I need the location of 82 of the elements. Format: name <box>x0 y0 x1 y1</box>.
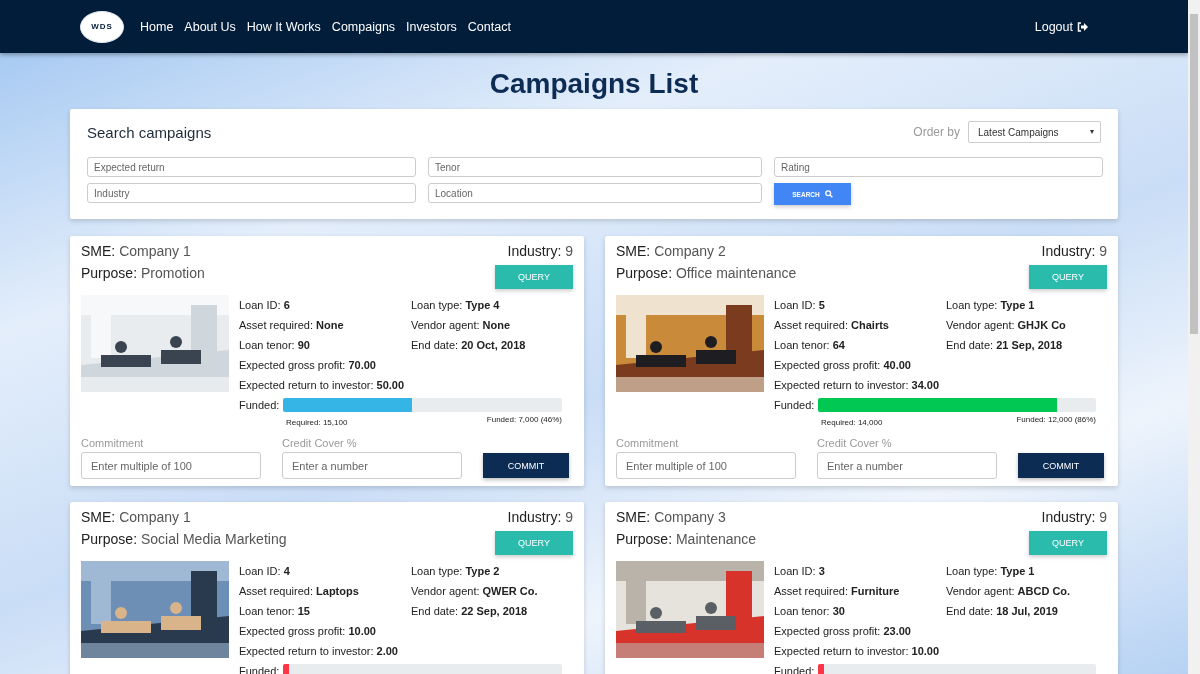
nav-link[interactable]: Home <box>140 19 174 34</box>
detail-text: End date: 21 Sep, 2018 <box>946 338 1064 353</box>
detail-text: Expected gross profit: 40.00 <box>774 358 912 373</box>
detail-text: Vendor agent: QWER Co. <box>411 584 539 599</box>
detail-text: Asset required: Laptops <box>239 584 360 599</box>
page-title: Campaigns List <box>488 67 700 101</box>
sme-name: SME: Company 3 <box>616 508 727 526</box>
industry-text: Industry: 9 <box>507 242 573 260</box>
industry-text: Industry: 9 <box>1041 508 1107 526</box>
detail-text: Expected gross profit: 70.00 <box>239 358 377 373</box>
scroll-thumb[interactable] <box>1190 14 1198 334</box>
required-amount: Required: 14,000 <box>821 418 883 427</box>
order-label: Order by <box>913 125 960 139</box>
detail-text: Loan type: Type 1 <box>946 564 1036 579</box>
nav-link[interactable]: About Us <box>184 19 236 34</box>
funded-label: Funded: <box>774 398 815 413</box>
detail-text: Loan type: Type 2 <box>411 564 501 579</box>
detail-text: Loan ID: 4 <box>239 564 291 579</box>
funded-amount: Funded: 12,000 (86%) <box>1016 415 1096 426</box>
detail-text: End date: 20 Oct, 2018 <box>411 338 527 353</box>
logout-icon <box>1077 21 1088 32</box>
detail-text: Loan tenor: 64 <box>774 338 846 353</box>
filter-field[interactable]: Industry <box>87 183 416 203</box>
detail-text: Vendor agent: None <box>411 318 512 333</box>
industry-text: Industry: 9 <box>1041 242 1107 260</box>
detail-text: Loan ID: 6 <box>239 298 291 313</box>
sme-name: SME: Company 2 <box>616 242 727 260</box>
detail-text: Expected gross profit: 10.00 <box>239 624 377 639</box>
required-amount: Required: 15,100 <box>286 418 348 427</box>
detail-text: Expected gross profit: 23.00 <box>774 624 912 639</box>
logout-link[interactable]: Logout <box>1034 19 1088 34</box>
industry-text: Industry: 9 <box>507 508 573 526</box>
filter-field[interactable]: Rating <box>774 157 1103 177</box>
nav-link[interactable]: Investors <box>406 19 457 34</box>
commitment-field[interactable]: Enter multiple of 100 <box>616 452 796 479</box>
commitment-label: Commitment <box>616 437 680 449</box>
search-title: Search campaigns <box>87 123 212 141</box>
commit-button[interactable]: COMMIT <box>1018 453 1104 478</box>
nav-link[interactable]: Contact <box>467 19 511 34</box>
detail-text: Loan ID: 5 <box>774 298 826 313</box>
commit-button[interactable]: COMMIT <box>483 453 569 478</box>
detail-text: Loan type: Type 1 <box>946 298 1036 313</box>
detail-text: Expected return to investor: 10.00 <box>774 644 941 659</box>
detail-text: Loan tenor: 30 <box>774 604 846 619</box>
detail-text: Loan ID: 3 <box>774 564 826 579</box>
order-select[interactable]: Latest Campaigns <box>968 121 1101 143</box>
funded-amount: Funded: 7,000 (46%) <box>486 415 562 426</box>
detail-text: Loan tenor: 15 <box>239 604 311 619</box>
detail-text: Vendor agent: GHJK Co <box>946 318 1067 333</box>
credit-cover-label: Credit Cover % <box>282 437 358 449</box>
detail-text: Vendor agent: ABCD Co. <box>946 584 1072 599</box>
logo[interactable]: WDS <box>80 10 124 43</box>
detail-text: End date: 18 Jul, 2019 <box>946 604 1059 619</box>
purpose-text: Purpose: Social Media Marketing <box>81 530 287 548</box>
detail-text: End date: 22 Sep, 2018 <box>411 604 529 619</box>
credit-cover-label: Credit Cover % <box>817 437 893 449</box>
scrollbar[interactable] <box>1188 0 1200 674</box>
commitment-field[interactable]: Enter multiple of 100 <box>81 452 261 479</box>
detail-text: Expected return to investor: 34.00 <box>774 378 941 393</box>
caret-icon <box>1090 130 1094 134</box>
nav-link[interactable]: How It Works <box>246 19 321 34</box>
detail-text: Asset required: Furniture <box>774 584 901 599</box>
purpose-text: Purpose: Promotion <box>81 264 205 282</box>
detail-text: Expected return to investor: 50.00 <box>239 378 406 393</box>
filter-field[interactable]: Location <box>428 183 762 203</box>
detail-text: Expected return to investor: 2.00 <box>239 644 399 659</box>
detail-text: Asset required: Chairts <box>774 318 890 333</box>
sme-name: SME: Company 1 <box>81 242 192 260</box>
sme-name: SME: Company 1 <box>81 508 192 526</box>
detail-text: Loan tenor: 90 <box>239 338 311 353</box>
detail-text: Loan type: Type 4 <box>411 298 501 313</box>
funded-label: Funded: <box>239 398 280 413</box>
nav-link[interactable]: Compaigns <box>331 19 396 34</box>
purpose-text: Purpose: Maintenance <box>616 530 757 548</box>
filter-field[interactable]: Tenor <box>428 157 762 177</box>
credit-cover-field[interactable]: Enter a number <box>282 452 462 479</box>
detail-text: Asset required: None <box>239 318 345 333</box>
purpose-text: Purpose: Office maintenance <box>616 264 797 282</box>
commitment-label: Commitment <box>81 437 145 449</box>
search-icon <box>824 190 833 198</box>
credit-cover-field[interactable]: Enter a number <box>817 452 997 479</box>
filter-field[interactable]: Expected return <box>87 157 416 177</box>
